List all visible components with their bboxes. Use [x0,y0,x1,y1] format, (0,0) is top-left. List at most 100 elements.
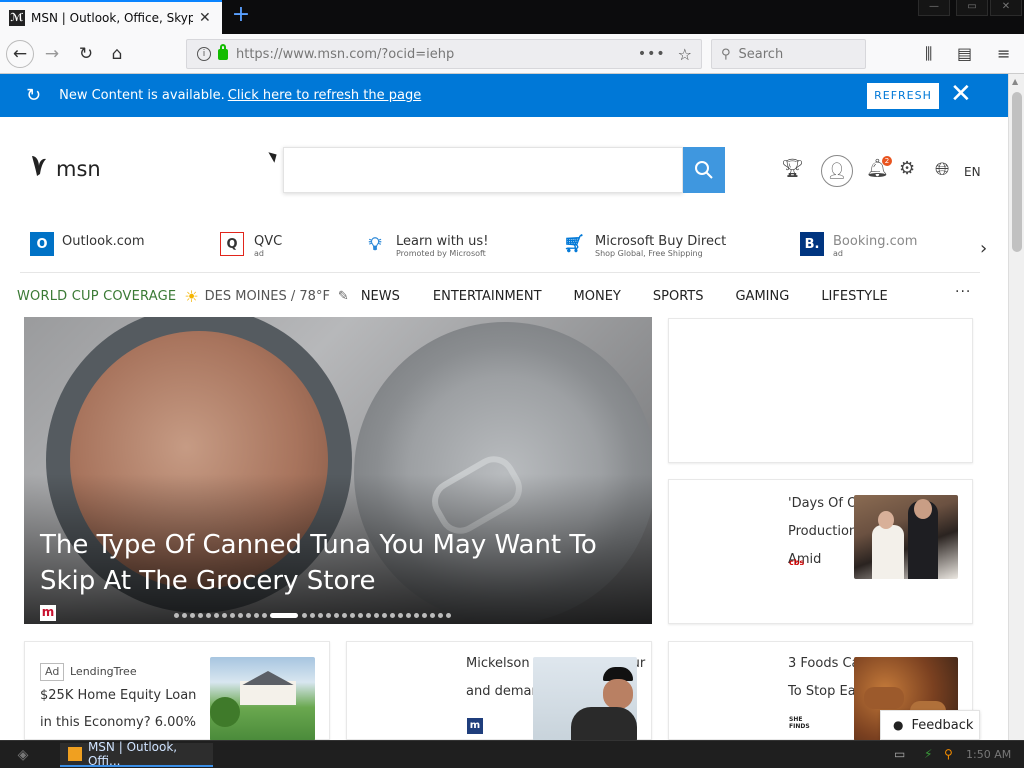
home-button[interactable]: ⌂ [103,40,131,68]
ad-card-lendingtree[interactable]: $25K Home Equity Loan in this Economy? 6… [24,641,330,741]
carousel-dot[interactable] [422,613,427,618]
url-text[interactable]: https://www.msn.com/?ocid=iehp [236,47,638,62]
carousel-dot[interactable] [342,613,347,618]
menu-icon[interactable]: ≡ [997,44,1010,63]
window-minimize-button[interactable]: — [918,0,950,16]
carousel-dot[interactable] [430,613,435,618]
carousel-dot[interactable] [390,613,395,618]
scrollbar-thumb[interactable] [1012,92,1022,252]
quicklink-booking[interactable]: B. Booking.com ad [800,232,917,258]
news-card-mickelson[interactable]: Mickelson BLASTS PGA tour and demands 'p… [346,641,652,741]
card-source-logo: SHE FINDS [789,716,810,730]
carousel-dot[interactable] [302,613,307,618]
window-close-button[interactable]: ✕ [990,0,1022,16]
back-button[interactable]: ← [6,40,34,68]
msn-logo[interactable]: msn [28,154,101,184]
msn-search-input[interactable] [283,147,683,193]
carousel-dot[interactable] [174,613,179,618]
browser-search-placeholder: Search [738,46,784,62]
taskbar-window-msn[interactable]: MSN | Outlook, Offi... [60,740,213,768]
carousel-dot[interactable] [182,613,187,618]
nav-news[interactable]: NEWS [361,289,400,304]
carousel-dot[interactable] [438,613,443,618]
bookmark-star-icon[interactable]: ☆ [678,45,692,64]
library-icon[interactable]: ⫼ [925,44,932,64]
edit-pencil-icon[interactable]: ✎ [338,289,349,304]
hero-headline[interactable]: The Type Of Canned Tuna You May Want To … [40,527,620,599]
browser-search-box[interactable]: ⚲ Search [711,39,866,69]
carousel-dot[interactable] [318,613,323,618]
quicklinks-next-chevron-icon[interactable]: › [980,238,987,259]
carousel-dots[interactable] [174,613,454,618]
carousel-dot[interactable] [374,613,379,618]
quicklink-buy-direct[interactable]: 🛒︎ Microsoft Buy Direct Shop Global, Fre… [562,232,726,258]
carousel-dot[interactable] [406,613,411,618]
hero-carousel[interactable]: The Type Of Canned Tuna You May Want To … [24,317,652,624]
quicklink-qvc[interactable]: Q QVC ad [220,232,282,258]
carousel-dot[interactable] [446,613,451,618]
carousel-dot[interactable] [262,613,267,618]
carousel-dot[interactable] [206,613,211,618]
site-info-icon[interactable]: i [197,47,211,61]
carousel-dot-active[interactable] [270,613,298,618]
carousel-dot[interactable] [190,613,195,618]
nav-more-icon[interactable]: ··· [955,284,971,300]
refresh-button[interactable]: REFRESH [867,83,939,109]
rewards-trophy-icon[interactable]: 🏆︎ [781,158,804,179]
keyboard-icon[interactable]: ▭ [894,747,905,761]
window-maximize-button[interactable]: ▭ [956,0,988,16]
msn-search-button[interactable] [683,147,725,193]
feedback-button[interactable]: ● Feedback [880,710,980,740]
carousel-dot[interactable] [254,613,259,618]
nav-lifestyle[interactable]: LIFESTYLE [821,289,887,304]
globe-icon[interactable]: 🌐︎ [935,159,949,180]
nav-money[interactable]: MONEY [574,289,621,304]
news-card-days-of-our-lives[interactable]: 'Days Of Our Lives' Production Shut Down… [668,479,973,624]
settings-gear-icon[interactable]: ⚙ [899,158,915,179]
carousel-dot[interactable] [366,613,371,618]
page-actions-icon[interactable]: ••• [638,46,666,62]
network-icon[interactable]: ⚡ [924,747,932,761]
carousel-dot[interactable] [326,613,331,618]
carousel-dot[interactable] [222,613,227,618]
tab-close-icon[interactable]: ✕ [199,10,211,26]
card-thumbnail-image [210,657,315,741]
carousel-dot[interactable] [246,613,251,618]
carousel-dot[interactable] [414,613,419,618]
carousel-dot[interactable] [382,613,387,618]
new-tab-button[interactable]: + [230,4,252,28]
start-menu-icon[interactable]: ◈ [4,744,42,766]
card-headline[interactable]: $25K Home Equity Loan in this Economy? 6… [40,682,200,736]
banner-close-icon[interactable]: ✕ [950,80,972,108]
carousel-dot[interactable] [198,613,203,618]
world-cup-link[interactable]: WORLD CUP COVERAGE [17,289,176,304]
carousel-dot[interactable] [214,613,219,618]
sidebar-icon[interactable]: ▤ [957,44,972,63]
carousel-dot[interactable] [310,613,315,618]
nav-entertainment[interactable]: ENTERTAINMENT [433,289,542,304]
weather-location[interactable]: DES MOINES / 78°F [205,289,330,304]
carousel-dot[interactable] [358,613,363,618]
scroll-up-icon[interactable]: ▲ [1012,77,1018,86]
carousel-dot[interactable] [350,613,355,618]
forward-button[interactable]: → [38,40,66,68]
language-selector[interactable]: EN [964,165,981,179]
address-bar[interactable]: i https://www.msn.com/?ocid=iehp ••• ☆ [186,39,702,69]
carousel-dot[interactable] [238,613,243,618]
refresh-page-link[interactable]: Click here to refresh the page [228,88,422,103]
carousel-dot[interactable] [334,613,339,618]
page-scrollbar[interactable]: ▲ [1008,74,1024,740]
hero-source-logo: m [40,605,56,621]
divider [20,272,980,273]
browser-tab-active[interactable]: ℳ MSN | Outlook, Office, Skype ✕ [0,0,222,34]
sign-in-avatar[interactable]: 👤︎ [821,155,853,187]
nav-sports[interactable]: SPORTS [653,289,704,304]
quicklink-learn[interactable]: 💡︎ Learn with us! Promoted by Microsoft [363,232,489,259]
carousel-dot[interactable] [398,613,403,618]
search-tray-icon[interactable]: ⚲ [944,747,953,761]
reload-button[interactable]: ↻ [72,40,100,68]
carousel-dot[interactable] [230,613,235,618]
nav-gaming[interactable]: GAMING [735,289,789,304]
quicklink-outlook[interactable]: O Outlook.com [30,232,145,256]
firefox-icon [68,747,82,761]
